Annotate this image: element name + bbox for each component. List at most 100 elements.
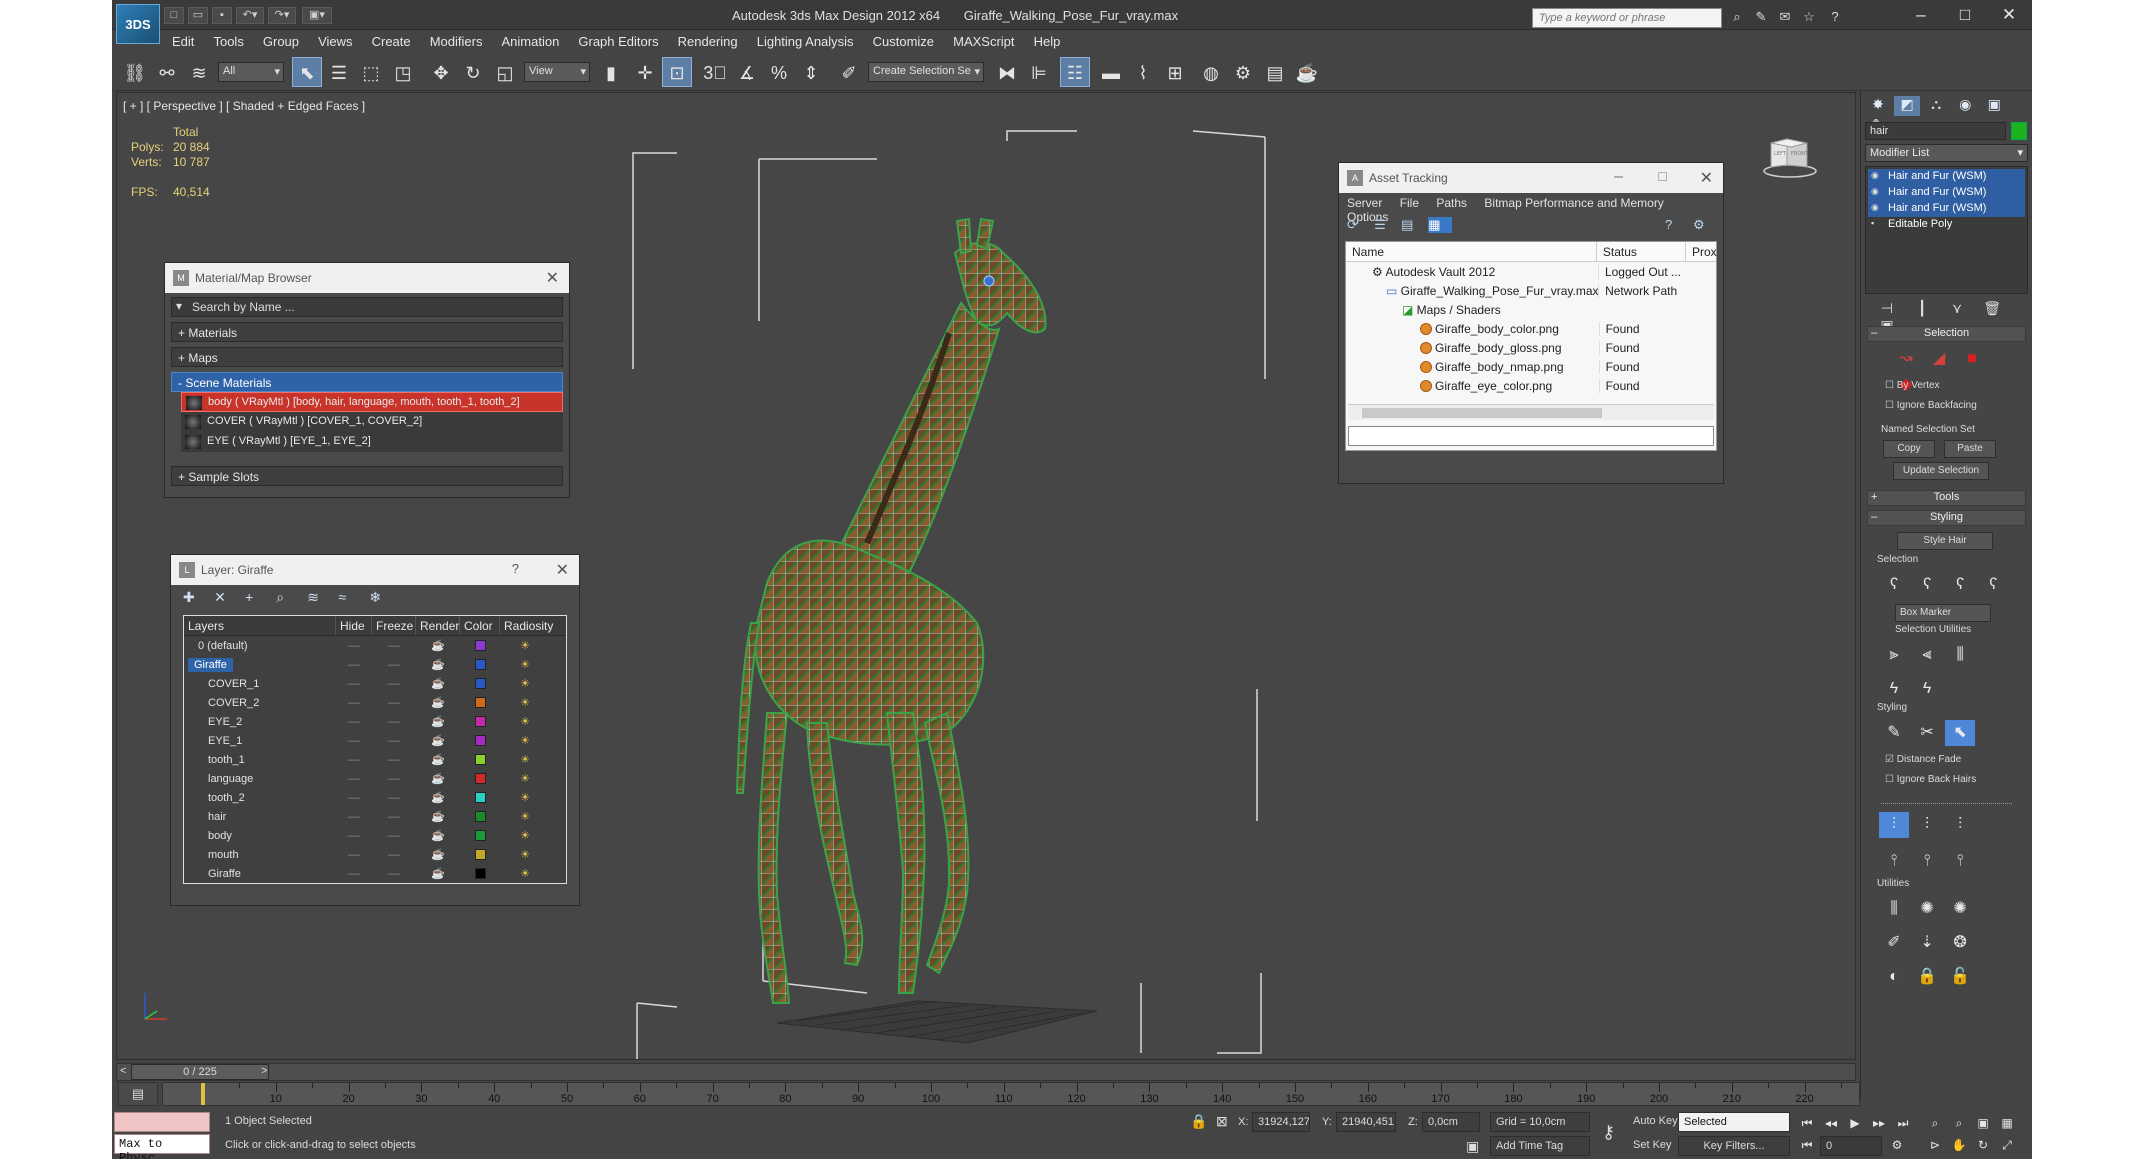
select-tool-icon[interactable]: ⬉ <box>1945 720 1976 746</box>
maxscript-output[interactable]: Max to Physc <box>114 1134 210 1159</box>
select-by-root-icon[interactable]: ʕ <box>1978 572 2008 598</box>
expand-icon[interactable]: ▪ <box>1871 218 1874 228</box>
layer-color-swatch[interactable] <box>460 716 500 728</box>
teapot-render-icon[interactable]: ☕ <box>416 658 460 671</box>
face-icon[interactable]: ◢ <box>1924 346 1954 372</box>
rectangular-selection-icon[interactable]: ⬚ <box>356 57 386 87</box>
layer-color-swatch[interactable] <box>460 697 500 709</box>
layer-name-cell[interactable]: hair <box>184 811 336 823</box>
radiosity-icon[interactable]: ☀ <box>500 867 550 880</box>
layer-freeze-toggle[interactable]: –– <box>372 716 416 728</box>
translate-hair-icon[interactable]: ⫶ <box>1879 812 1909 838</box>
asset-path-field[interactable] <box>1348 426 1714 446</box>
layer-hide-toggle[interactable]: –– <box>336 735 372 747</box>
toggle-collisions-icon[interactable]: ❂ <box>1945 930 1975 956</box>
time-next-icon[interactable]: > <box>261 1065 267 1077</box>
scrollbar-thumb[interactable] <box>1362 408 1602 418</box>
close-button[interactable]: ✕ <box>1988 2 2030 28</box>
rotate-selection-icon[interactable]: ⫷ <box>1912 642 1942 668</box>
asset-row[interactable]: ▭ Giraffe_Walking_Pose_Fur_vray.max Netwo… <box>1346 281 1716 300</box>
radiosity-icon[interactable]: ☀ <box>500 677 550 690</box>
layer-color-swatch[interactable] <box>460 640 500 652</box>
layer-name-cell[interactable]: body <box>184 830 336 842</box>
layer-color-swatch[interactable] <box>460 792 500 804</box>
mirror-icon[interactable]: ⧓ <box>992 57 1022 87</box>
layer-name-cell[interactable]: EYE_2 <box>184 716 336 728</box>
hide-selected-icon[interactable]: ϟ <box>1879 676 1909 702</box>
layer-color-swatch[interactable] <box>460 659 500 671</box>
layer-row[interactable]: COVER_1 –– –– ☕ ☀ <box>184 674 566 693</box>
layer-row[interactable]: Giraffe –– –– ☕ ☀ <box>184 655 566 674</box>
layer-hide-toggle[interactable]: –– <box>336 678 372 690</box>
menu-views[interactable]: Views <box>310 30 360 52</box>
material-item-cover[interactable]: COVER ( VRayMtl ) [COVER_1, COVER_2] <box>181 412 563 432</box>
zoom-extents-all-icon[interactable]: ▦ <box>1996 1114 2018 1132</box>
column-radiosity[interactable]: Radiosity <box>500 616 553 635</box>
select-guide-vertices-icon[interactable]: ʕ <box>1945 572 1975 598</box>
layer-color-swatch[interactable] <box>460 754 500 766</box>
menu-create[interactable]: Create <box>364 30 419 52</box>
invert-selection-icon[interactable]: ⫸ <box>1879 642 1909 668</box>
curve-editor-icon[interactable]: ⌇ <box>1128 57 1158 87</box>
edit-named-selection-icon[interactable]: ✐ <box>834 57 864 87</box>
redo-icon[interactable]: ↷▾ <box>268 7 296 24</box>
radiosity-icon[interactable]: ☀ <box>500 848 550 861</box>
y-coordinate-field[interactable]: 21940,451 <box>1336 1112 1396 1132</box>
keyboard-shortcut-override-icon[interactable]: ⊡ <box>662 57 692 87</box>
asset-menu-bitmap[interactable]: Bitmap Performance and Memory <box>1484 196 1663 210</box>
layer-hide-toggle[interactable]: –– <box>336 830 372 842</box>
material-item-body[interactable]: body ( VRayMtl ) [body, hair, language, … <box>181 392 563 412</box>
distance-fade-checkbox[interactable]: ☑ Distance Fade <box>1861 750 2032 770</box>
layer-freeze-toggle[interactable]: –– <box>372 659 416 671</box>
teapot-render-icon[interactable]: ☕ <box>416 753 460 766</box>
layer-freeze-toggle[interactable]: –– <box>372 640 416 652</box>
layer-row[interactable]: EYE_1 –– –– ☕ ☀ <box>184 731 566 750</box>
stack-item-hair-fur[interactable]: ◉ Hair and Fur (WSM) <box>1868 185 2025 201</box>
select-whole-guide-icon[interactable]: ʕ <box>1912 572 1942 598</box>
radiosity-icon[interactable]: ☀ <box>500 658 550 671</box>
layer-freeze-toggle[interactable]: –– <box>372 792 416 804</box>
selection-rollout[interactable]: – Selection <box>1867 326 2026 342</box>
layer-manager-icon[interactable]: ☷ <box>1060 57 1090 87</box>
ignore-backfacing-checkbox[interactable]: ☐ Ignore Backfacing <box>1861 396 2032 416</box>
menu-customize[interactable]: Customize <box>865 30 942 52</box>
previous-frame-icon[interactable]: ◂◂ <box>1820 1114 1842 1132</box>
materials-category[interactable]: + Materials <box>171 322 563 342</box>
object-color-swatch[interactable] <box>2011 122 2027 140</box>
attenuate-icon[interactable]: ⫼ <box>1879 896 1909 922</box>
radiosity-icon[interactable]: ☀ <box>500 772 550 785</box>
viewcube-icon[interactable]: LEFT FRONT <box>1763 133 1817 179</box>
menu-modifiers[interactable]: Modifiers <box>422 30 491 52</box>
paste-button[interactable]: Paste <box>1944 440 1997 458</box>
field-of-view-icon[interactable]: ⊳ <box>1924 1136 1946 1154</box>
key-mode-dropdown[interactable]: Selected <box>1678 1112 1790 1132</box>
asset-row[interactable]: Giraffe_body_nmap.png Found <box>1346 357 1716 376</box>
new-file-icon[interactable]: □ <box>164 7 184 24</box>
absolute-mode-icon[interactable]: ⊠ <box>1216 1113 1228 1130</box>
layer-hide-toggle[interactable]: –– <box>336 773 372 785</box>
guides-icon[interactable]: ↝ <box>1891 346 1921 372</box>
stack-item-editable-poly[interactable]: ▪ Editable Poly <box>1868 217 2025 233</box>
asset-tracking-titlebar[interactable]: A Asset Tracking – □ ✕ <box>1339 163 1723 193</box>
project-folder-icon[interactable]: ▣▾ <box>302 7 332 24</box>
select-and-scale-icon[interactable]: ◱ <box>490 57 520 87</box>
stand-hair-icon[interactable]: ⫶ <box>1912 812 1942 838</box>
layer-row[interactable]: language –– –– ☕ ☀ <box>184 769 566 788</box>
maps-category[interactable]: + Maps <box>171 347 563 367</box>
stack-item-hair-fur[interactable]: ◉ Hair and Fur (WSM) <box>1868 201 2025 217</box>
reference-coordinate-dropdown[interactable]: View <box>524 62 590 82</box>
open-file-icon[interactable]: ▭ <box>188 7 208 24</box>
asset-table-view-icon[interactable]: ▦ <box>1428 217 1453 233</box>
asset-menu-server[interactable]: Server <box>1347 196 1382 210</box>
layer-hide-toggle[interactable]: –– <box>336 849 372 861</box>
mini-curve-editor-icon[interactable]: ▤ <box>118 1082 158 1106</box>
layer-panel-titlebar[interactable]: L Layer: Giraffe ? ✕ <box>171 555 579 585</box>
auto-key-button[interactable]: Auto Key <box>1628 1112 1678 1132</box>
select-manipulate-icon[interactable]: ✛ <box>630 57 660 87</box>
layer-hide-toggle[interactable]: –– <box>336 792 372 804</box>
layer-color-swatch[interactable] <box>460 849 500 861</box>
highlight-layer-icon[interactable]: ≋ <box>307 589 335 606</box>
layer-hide-toggle[interactable]: –– <box>336 659 372 671</box>
stack-item-hair-fur[interactable]: ◉ Hair and Fur (WSM) <box>1868 169 2025 185</box>
object-name-field[interactable]: hair <box>1865 122 2027 140</box>
